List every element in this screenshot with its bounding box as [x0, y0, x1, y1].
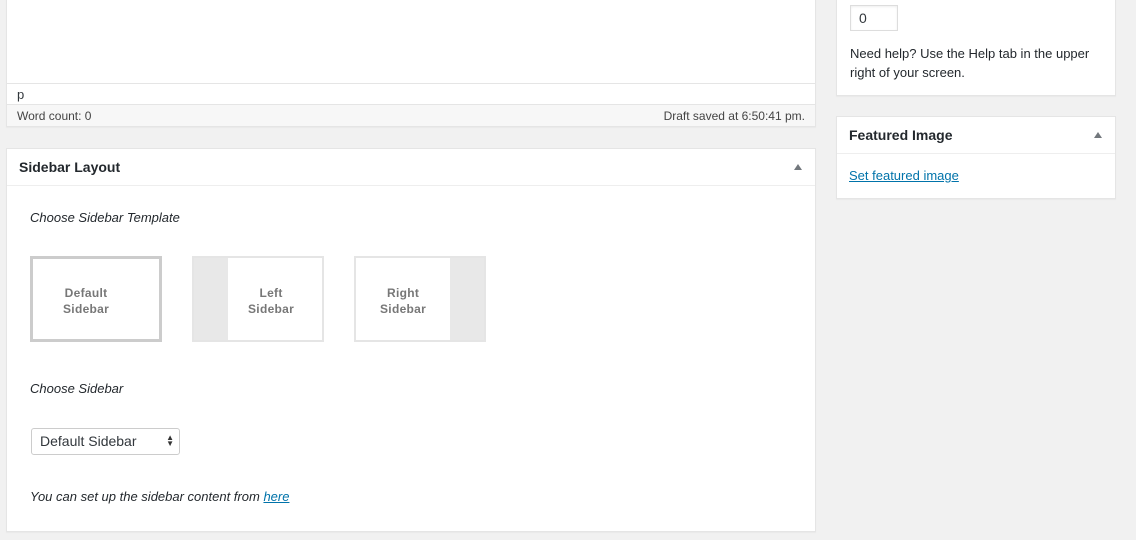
set-featured-image-link[interactable]: Set featured image: [849, 168, 959, 183]
template-left-label: Left Sidebar: [248, 285, 294, 317]
word-count: Word count: 0: [17, 109, 92, 123]
up-down-arrows-icon: ▲ ▼: [166, 433, 174, 448]
editor-panel: p Word count: 0 Draft saved at 6:50:41 p…: [6, 0, 816, 127]
template-default-line2: Sidebar: [63, 302, 110, 316]
template-default-line1: Default: [64, 286, 108, 300]
left-strip: [194, 258, 228, 340]
editor-element-path: p: [7, 83, 815, 104]
sidebar-select-value: Default Sidebar: [40, 433, 137, 449]
triangle-up-icon[interactable]: [794, 164, 802, 170]
right-strip: [450, 258, 484, 340]
template-right-sidebar[interactable]: Right Sidebar: [354, 256, 486, 342]
editor-status-bar: Word count: 0 Draft saved at 6:50:41 pm.: [7, 104, 815, 126]
template-right-line1: Right: [386, 286, 420, 300]
template-left-line1: Left: [259, 286, 283, 300]
template-left-line2: Sidebar: [248, 302, 295, 316]
sidebar-select[interactable]: Default Sidebar ▲ ▼: [31, 428, 180, 455]
choose-template-label: Choose Sidebar Template: [30, 210, 180, 225]
featured-image-header[interactable]: Featured Image: [837, 117, 1115, 154]
featured-image-title: Featured Image: [849, 127, 953, 143]
help-text: Need help? Use the Help tab in the upper…: [850, 46, 1090, 80]
template-right-label: Right Sidebar: [380, 285, 426, 317]
choose-sidebar-label: Choose Sidebar: [30, 381, 124, 396]
sidebar-content-link[interactable]: here: [263, 489, 289, 504]
template-default-sidebar[interactable]: Default Sidebar: [30, 256, 162, 342]
sidebar-hint-text: You can set up the sidebar content from: [30, 489, 264, 504]
featured-image-metabox: Featured Image Set featured image: [836, 116, 1116, 199]
triangle-up-icon[interactable]: [1094, 132, 1102, 138]
template-right-line2: Sidebar: [380, 302, 427, 316]
order-input[interactable]: [850, 5, 898, 31]
sidebar-hint: You can set up the sidebar content from …: [30, 489, 289, 504]
draft-saved-status: Draft saved at 6:50:41 pm.: [663, 109, 805, 123]
path-text[interactable]: p: [17, 87, 24, 102]
template-default-label: Default Sidebar: [63, 285, 109, 317]
sidebar-layout-metabox: Sidebar Layout Choose Sidebar Template D…: [6, 148, 816, 532]
sidebar-layout-title: Sidebar Layout: [19, 159, 121, 175]
page-attributes-metabox: Need help? Use the Help tab in the upper…: [836, 0, 1116, 96]
sidebar-layout-header[interactable]: Sidebar Layout: [7, 149, 815, 186]
template-left-sidebar[interactable]: Left Sidebar: [192, 256, 324, 342]
